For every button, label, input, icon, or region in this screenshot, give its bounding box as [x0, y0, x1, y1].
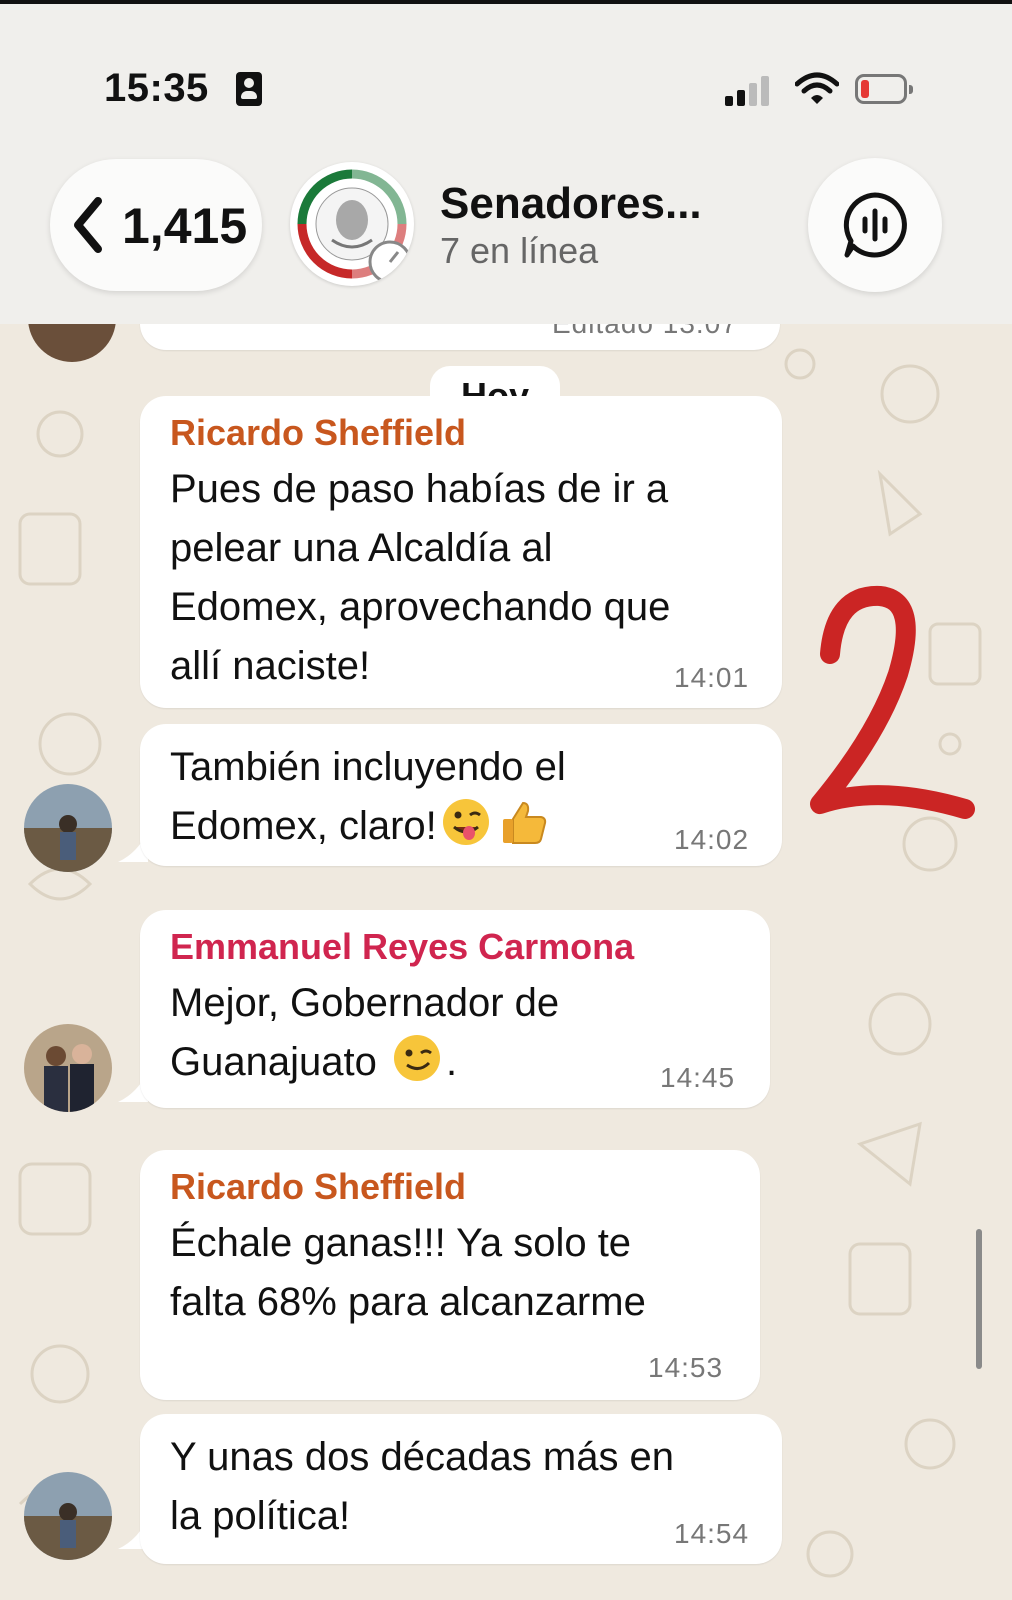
message-text-end: . — [445, 1040, 458, 1084]
message-bubble[interactable]: Y unas dos décadas más en la política! 1… — [140, 1414, 782, 1564]
winking-tongue-emoji-icon — [442, 799, 489, 845]
message-time: 14:02 — [674, 824, 750, 855]
message-time: 14:45 — [660, 1062, 736, 1093]
voice-chat-button[interactable] — [808, 158, 942, 292]
message-text: Échale ganas!!! Ya solo te falta 68% par… — [170, 1221, 646, 1324]
message-text-line2: Guanajuato — [170, 1040, 377, 1084]
scrollbar[interactable] — [976, 1229, 982, 1369]
status-bar: 15:35 — [0, 4, 1012, 144]
avatar[interactable] — [24, 1472, 112, 1560]
thumbs-up-emoji-icon — [502, 801, 546, 844]
message-text: También incluyendo el Edomex, claro! — [170, 738, 566, 856]
wifi-icon — [795, 72, 839, 104]
message-sender[interactable]: Ricardo Sheffield — [170, 412, 466, 454]
message-time: 14:01 — [674, 662, 750, 693]
avatar[interactable] — [24, 1024, 112, 1112]
avatar[interactable] — [24, 784, 112, 872]
message-text: Y unas dos décadas más en la política! — [170, 1435, 675, 1538]
signal-icon — [725, 74, 773, 106]
avatar-photo — [24, 1472, 112, 1560]
message-edited-time: Editado 13:07 — [552, 324, 738, 340]
message-sender[interactable]: Ricardo Sheffield — [170, 1166, 466, 1208]
battery-level — [861, 80, 869, 98]
annotation-label: 2 — [780, 584, 781, 585]
message-bubble[interactable]: Ricardo Sheffield Pues de paso habías de… — [140, 396, 782, 708]
unread-count: 1,415 — [122, 198, 248, 254]
message-text: Pues de paso habías de ir a pelear una A… — [170, 467, 671, 688]
id-card-icon — [236, 72, 262, 106]
message-text-line1: Mejor, Gobernador de — [170, 981, 560, 1025]
group-avatar-seal — [297, 169, 412, 284]
online-status: 7 en línea — [440, 230, 599, 271]
message-text: Mejor, Gobernador de Guanajuato . — [170, 974, 559, 1092]
back-chevron-icon — [74, 197, 102, 253]
avatar-photo — [24, 784, 112, 872]
previous-message-bubble[interactable]: Editado 13:07 — [140, 324, 780, 350]
back-button[interactable]: 1,415 — [50, 159, 262, 291]
message-bubble[interactable]: También incluyendo el Edomex, claro! 14:… — [140, 724, 782, 866]
chat-area[interactable]: Editado 13:07 Hoy Ricardo Sheffield Pues… — [0, 324, 1012, 1600]
message-time: 14:54 — [674, 1518, 750, 1549]
group-name[interactable]: Senadores... — [440, 179, 702, 229]
message-sender[interactable]: Emmanuel Reyes Carmona — [170, 926, 634, 968]
wink-emoji-icon — [393, 1035, 440, 1081]
avatar-photo — [24, 1024, 112, 1112]
status-time: 15:35 — [104, 66, 209, 110]
group-avatar[interactable] — [290, 162, 414, 286]
battery-icon — [855, 74, 913, 104]
handwritten-number-annotation: 2 — [780, 584, 975, 819]
voice-chat-icon — [843, 192, 907, 258]
message-time: 14:53 — [648, 1352, 724, 1383]
message-bubble[interactable]: Ricardo Sheffield Échale ganas!!! Ya sol… — [140, 1150, 760, 1400]
message-bubble[interactable]: Emmanuel Reyes Carmona Mejor, Gobernador… — [140, 910, 770, 1108]
chat-header: 1,415 Senadores... 7 en línea — [0, 144, 1012, 324]
